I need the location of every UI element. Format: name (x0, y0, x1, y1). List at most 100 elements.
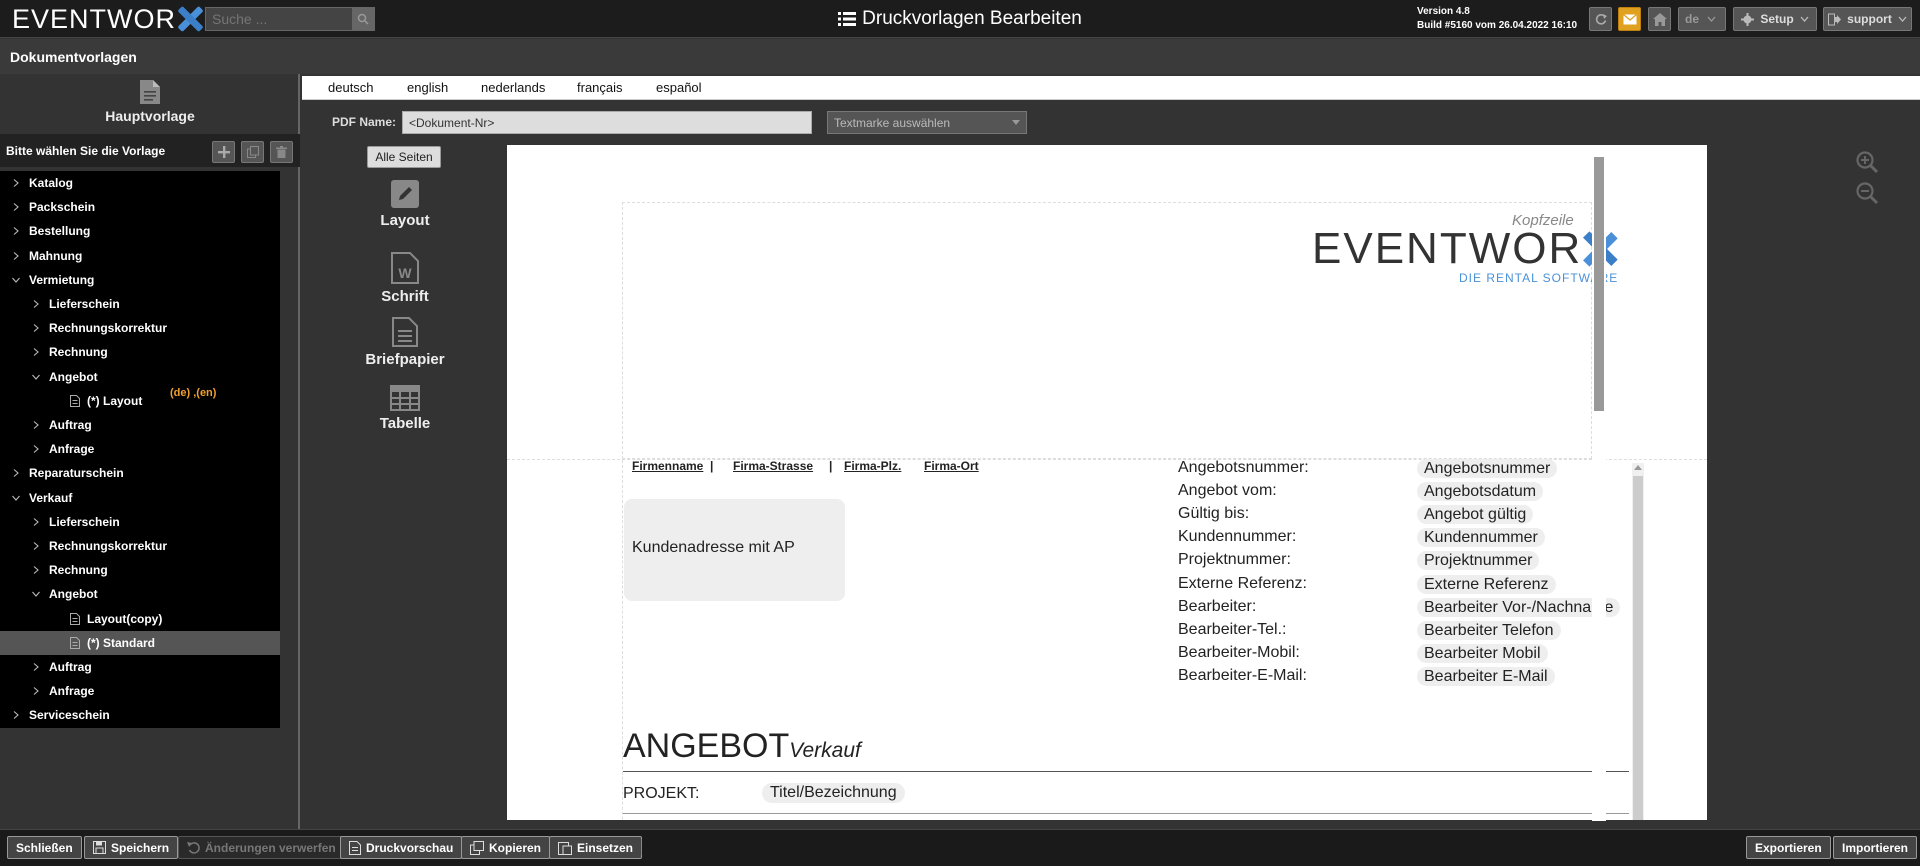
tab-espanol[interactable]: español (656, 80, 702, 95)
tab-deutsch[interactable]: deutsch (328, 80, 374, 95)
tab-english[interactable]: english (407, 80, 448, 95)
setup-button[interactable]: Setup (1733, 7, 1817, 31)
messages-button[interactable] (1618, 7, 1641, 31)
chevron-right-icon[interactable] (12, 469, 20, 478)
project-value-field[interactable]: Titel/Bezeichnung (762, 783, 905, 803)
bookmark-select[interactable]: Textmarke auswählen (827, 111, 1027, 134)
body-scrollbar[interactable] (1632, 463, 1644, 820)
chevron-right-icon[interactable] (32, 542, 40, 550)
language-select[interactable]: de (1678, 7, 1726, 31)
chevron-right-icon[interactable] (12, 227, 20, 236)
offer-field-value[interactable]: Bearbeiter Vor-/Nachname (1417, 597, 1621, 617)
save-button[interactable]: Speichern (84, 836, 179, 859)
offer-field-value[interactable]: Bearbeiter E-Mail (1417, 666, 1555, 686)
chevron-right-icon[interactable] (12, 179, 20, 187)
tree-item[interactable]: Anfrage (0, 437, 280, 461)
tree-item[interactable]: Lieferschein (0, 292, 280, 316)
print-preview-button[interactable]: Druckvorschau (340, 836, 463, 859)
chevron-right-icon[interactable] (32, 421, 40, 429)
chevron-right-icon[interactable] (12, 251, 20, 260)
tool-layout[interactable]: Layout (330, 180, 480, 229)
offer-field-value[interactable]: Kundennummer (1417, 528, 1545, 548)
sender-company-field[interactable]: Firmenname (632, 459, 703, 473)
main-template-button[interactable]: Hauptvorlage (0, 74, 300, 134)
tree-item-label: Rechnungskorrektur (49, 539, 168, 553)
tree-scrollbar[interactable] (280, 171, 298, 728)
chevron-right-icon[interactable] (32, 348, 40, 357)
user-menu-button[interactable]: support (1823, 7, 1912, 31)
tree-item[interactable]: Lieferschein (0, 510, 280, 534)
chevron-right-icon[interactable] (32, 517, 40, 526)
tree-item[interactable]: Packschein (0, 195, 280, 219)
tree-item[interactable]: Anfrage (0, 679, 280, 703)
tree-item[interactable]: Bestellung (0, 219, 280, 243)
chevron-right-icon[interactable] (32, 445, 40, 454)
tree-item[interactable]: Katalog (0, 171, 280, 195)
tree-item[interactable]: (*) Standard (0, 630, 280, 655)
tree-item[interactable]: Angebot (0, 582, 280, 606)
tree-item[interactable]: Vermietung (0, 268, 280, 292)
zoom-in-icon[interactable] (1855, 150, 1879, 174)
chevron-right-icon[interactable] (32, 663, 40, 671)
sender-street-field[interactable]: Firma-Strasse (733, 459, 813, 473)
add-template-button[interactable] (212, 141, 235, 163)
chevron-down-icon[interactable] (12, 494, 20, 502)
import-button[interactable]: Importieren (1833, 836, 1918, 859)
tree-item[interactable]: Auftrag (0, 413, 280, 437)
paste-button[interactable]: Einsetzen (549, 836, 643, 859)
document-logo[interactable]: EVENTWOR DIE RENTAL SOFTWARE (1312, 227, 1618, 285)
chevron-right-icon[interactable] (32, 300, 40, 308)
chevron-right-icon[interactable] (32, 566, 40, 575)
tool-letterhead[interactable]: Briefpapier (330, 317, 480, 368)
chevron-right-icon[interactable] (32, 324, 40, 333)
tree-item[interactable]: Verkauf (0, 486, 280, 510)
tree-item[interactable]: Angebot (0, 365, 280, 389)
refresh-button[interactable] (1589, 7, 1612, 31)
page-scrollbar[interactable] (1592, 145, 1606, 821)
chevron-down-icon[interactable] (12, 276, 20, 284)
tab-nederlands[interactable]: nederlands (481, 80, 545, 95)
offer-field-value[interactable]: Externe Referenz (1417, 574, 1556, 594)
tree-item[interactable]: Reparaturschein (0, 461, 280, 485)
tree-item[interactable]: Mahnung (0, 244, 280, 268)
tree-item[interactable]: Rechnung (0, 340, 280, 364)
export-button[interactable]: Exportieren (1746, 836, 1831, 859)
tree-item[interactable]: (*) Layout (de) ,(en) (0, 387, 280, 413)
customer-address-block[interactable]: Kundenadresse mit AP (624, 499, 845, 601)
delete-template-button[interactable] (270, 141, 293, 163)
discard-changes-button[interactable]: Änderungen verwerfen (178, 836, 345, 859)
tree-item[interactable]: Rechnung (0, 558, 280, 582)
offer-field-value[interactable]: Projektnummer (1417, 551, 1540, 571)
sender-zip-field[interactable]: Firma-Plz. (844, 459, 901, 473)
tree-item[interactable]: Layout(copy) (0, 607, 280, 631)
chevron-down-icon[interactable] (32, 590, 40, 598)
chevron-right-icon[interactable] (12, 711, 20, 720)
home-button[interactable] (1648, 7, 1671, 31)
zoom-out-icon[interactable] (1855, 181, 1879, 205)
chevron-down-icon[interactable] (32, 373, 40, 381)
offer-field-value[interactable]: Bearbeiter Telefon (1417, 620, 1561, 640)
offer-field-value[interactable]: Angebotsdatum (1417, 482, 1544, 502)
pdf-name-input[interactable]: <Dokument-Nr> (402, 111, 812, 134)
tree-item[interactable]: Serviceschein (0, 703, 280, 727)
copy-button[interactable]: Kopieren (461, 836, 551, 859)
search-input[interactable] (206, 8, 352, 30)
tool-font[interactable]: W Schrift (330, 252, 480, 305)
duplicate-template-button[interactable] (241, 141, 264, 163)
tab-francais[interactable]: français (577, 80, 623, 95)
offer-field-value[interactable]: Angebot gültig (1417, 505, 1534, 525)
close-button[interactable]: Schließen (7, 836, 82, 859)
all-pages-button[interactable]: Alle Seiten (367, 146, 441, 168)
offer-field-value[interactable]: Bearbeiter Mobil (1417, 643, 1548, 663)
offer-field-value[interactable]: Angebotsnummer (1417, 459, 1558, 478)
tree-item[interactable]: Rechnungskorrektur (0, 534, 280, 558)
search-button[interactable] (352, 8, 374, 30)
chevron-right-icon[interactable] (32, 687, 40, 696)
chevron-right-icon[interactable] (12, 203, 20, 212)
sender-city-field[interactable]: Firma-Ort (924, 459, 979, 473)
app-logo[interactable]: EVENTWOR (12, 4, 204, 34)
document-heading[interactable]: ANGEBOTVerkauf (623, 727, 861, 766)
tree-item[interactable]: Auftrag (0, 655, 280, 679)
tool-table[interactable]: Tabelle (330, 385, 480, 432)
tree-item[interactable]: Rechnungskorrektur (0, 316, 280, 340)
